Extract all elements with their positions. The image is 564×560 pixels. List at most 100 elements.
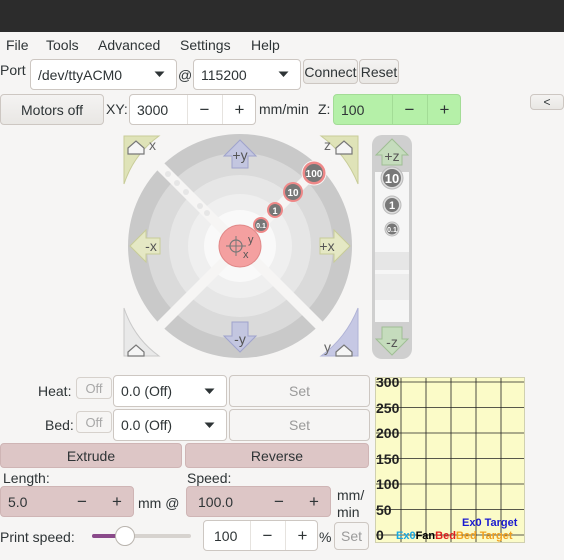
legend-item: Fan [415, 530, 436, 542]
chevron-down-icon[interactable] [192, 376, 226, 406]
port-combo[interactable]: /dev/ttyACM0 [30, 59, 177, 90]
heat-toggle[interactable]: Off [76, 377, 112, 399]
xy-jog-control[interactable]: +y -y -x +x x z y 100 10 1 0.1 y x [122, 134, 360, 360]
xy-speed-spinner[interactable]: 3000 − + [129, 94, 256, 125]
bed-combo[interactable]: 0.0 (Off) [113, 409, 227, 441]
print-speed-slider-knob[interactable] [114, 526, 135, 546]
chevron-down-icon[interactable] [266, 60, 300, 89]
home-y-label: y [324, 339, 331, 355]
minus-icon[interactable]: − [250, 521, 284, 550]
plus-icon[interactable]: + [427, 95, 461, 124]
z-jog-band [375, 274, 409, 300]
extrude-button[interactable]: Extrude [0, 443, 182, 468]
step-10-label: 10 [287, 188, 299, 199]
z-jog-band [375, 252, 409, 270]
bed-value: 0.0 (Off) [121, 417, 173, 433]
jog-center-button[interactable]: y x [218, 224, 262, 268]
z-step-10[interactable]: 10 [380, 166, 404, 190]
menu-advanced[interactable]: Advanced [98, 37, 160, 53]
plus-icon[interactable]: + [285, 521, 319, 550]
speed-label: Speed: [187, 470, 232, 486]
minus-y-label: -y [234, 331, 246, 347]
menu-bar: File Tools Advanced Settings Help [0, 32, 564, 58]
graph-y-tick: 250 [376, 399, 400, 416]
print-speed-spinner[interactable]: 100 − + [203, 520, 318, 551]
step-0-1-label: 0.1 [256, 223, 266, 230]
z-jog-control[interactable]: +z 10 1 0.1 -z [371, 134, 413, 360]
legend-item: Bed [435, 530, 456, 542]
graph-y-tick: 100 [376, 476, 400, 492]
plus-icon[interactable]: + [297, 487, 331, 516]
step-1-label: 1 [272, 206, 277, 216]
length-spinner[interactable]: 5.0 − + [0, 486, 134, 517]
step-100-dot[interactable]: 100 [301, 160, 327, 186]
baud-value: 115200 [201, 66, 247, 83]
minus-icon[interactable]: − [262, 487, 296, 516]
home-z-label: z [324, 137, 331, 153]
plus-icon[interactable]: + [100, 487, 134, 516]
speed-unit-mm: mm/ [337, 487, 365, 503]
diag-dot [204, 210, 210, 216]
step-100-label: 100 [306, 169, 323, 180]
speed-unit-min: min [337, 504, 360, 520]
diag-dot [183, 189, 189, 195]
bed-set-button[interactable]: Set [229, 409, 370, 441]
reset-button[interactable]: Reset [359, 59, 399, 84]
step-1-dot[interactable]: 1 [267, 202, 283, 218]
menu-tools[interactable]: Tools [46, 37, 79, 53]
port-value: /dev/ttyACM0 [38, 66, 123, 83]
bed-label: Bed: [45, 417, 74, 433]
heat-value: 0.0 (Off) [121, 383, 173, 399]
z-step-0-1[interactable]: 0.1 [384, 221, 400, 237]
diag-dot [174, 180, 180, 186]
xy-label: XY: [106, 101, 128, 117]
step-10-dot[interactable]: 10 [283, 182, 303, 202]
menu-file[interactable]: File [6, 37, 29, 53]
plus-icon[interactable]: + [222, 95, 256, 124]
reverse-button[interactable]: Reverse [185, 443, 369, 468]
minus-icon[interactable]: − [65, 487, 99, 516]
minus-icon[interactable]: − [187, 95, 221, 124]
motors-off-button[interactable]: Motors off [0, 94, 104, 125]
menu-settings[interactable]: Settings [180, 37, 231, 53]
z-step-0-1-label: 0.1 [387, 227, 397, 234]
xy-speed-value: 3000 [137, 101, 169, 118]
diag-dot [165, 171, 171, 177]
step-0-1-dot[interactable]: 0.1 [253, 217, 269, 233]
heat-label: Heat: [38, 383, 72, 399]
minus-z-label: -z [386, 334, 398, 350]
z-speed-value: 100 [341, 101, 365, 118]
print-speed-value: 100 [214, 527, 238, 544]
speed-value: 100.0 [198, 493, 234, 510]
collapse-button[interactable]: < [530, 94, 564, 110]
diag-dot [197, 203, 203, 209]
percent-label: % [319, 529, 332, 545]
menu-help[interactable]: Help [251, 37, 280, 53]
graph-y-tick: 50 [376, 501, 392, 518]
graph-y-tick: 300 [376, 377, 400, 390]
speed-spinner[interactable]: 100.0 − + [186, 486, 331, 517]
print-speed-slider[interactable] [92, 526, 191, 546]
length-value: 5.0 [8, 493, 28, 510]
center-x-label: x [243, 249, 249, 261]
connect-button[interactable]: Connect [303, 59, 358, 84]
center-y-label: y [248, 234, 254, 246]
z-step-1[interactable]: 1 [382, 195, 402, 215]
minus-icon[interactable]: − [392, 95, 426, 124]
title-bar [0, 0, 564, 32]
heat-combo[interactable]: 0.0 (Off) [113, 375, 227, 407]
chevron-down-icon[interactable] [192, 410, 226, 440]
print-speed-set-button[interactable]: Set [334, 522, 369, 550]
baud-combo[interactable]: 115200 [193, 59, 301, 90]
bed-toggle[interactable]: Off [76, 411, 112, 433]
plus-x-label: +x [319, 238, 334, 254]
mm-min-label: mm/min [259, 101, 309, 117]
port-label: Port [0, 62, 26, 78]
heat-set-button[interactable]: Set [229, 375, 370, 407]
legend-item: Ex0 [396, 530, 416, 542]
z-step-10-label: 10 [385, 171, 399, 186]
chevron-down-icon[interactable] [142, 60, 176, 89]
temperature-graph: 300 250 200 150 100 50 0 Ex0 Target Ex0FanBedB… [375, 377, 525, 543]
z-speed-spinner[interactable]: 100 − + [333, 94, 461, 125]
graph-y-tick: 200 [376, 425, 400, 441]
